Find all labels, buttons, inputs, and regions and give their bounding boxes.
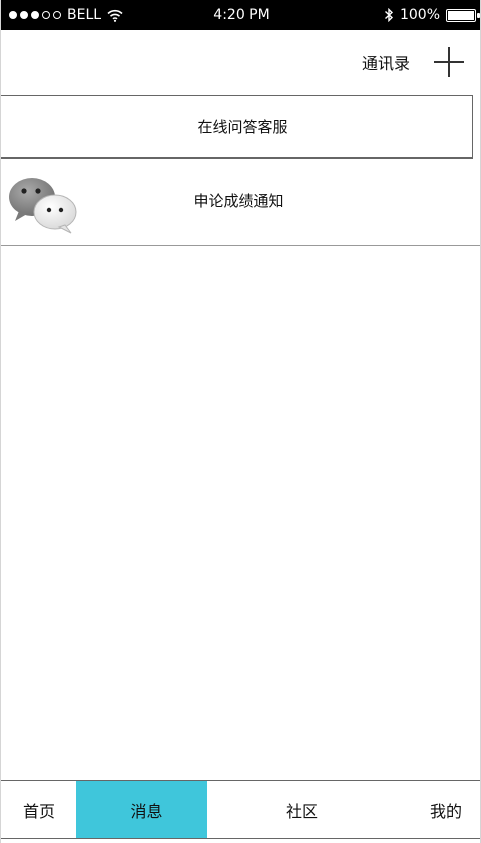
status-right: 100% [384,7,480,23]
tab-home[interactable]: 首页 [1,781,76,838]
message-row-online-service[interactable]: 在线问答客服 [1,95,473,159]
tab-messages[interactable]: 消息 [76,781,207,838]
signal-dot [53,11,61,19]
top-nav: 通讯录 [1,30,480,94]
signal-dot [31,11,39,19]
signal-dot [9,11,17,19]
contacts-link[interactable]: 通讯录 [362,50,410,74]
status-bar: BELL 4:20 PM 100% [1,0,480,30]
tab-community[interactable]: 社区 [207,781,397,838]
status-left: BELL [9,7,179,23]
carrier-name: BELL [67,7,102,23]
bottom-tab-bar: 首页 消息 社区 我的 [1,780,480,839]
message-row-score-notice[interactable]: 申论成绩通知 [1,161,480,246]
battery-percent: 100% [399,7,440,23]
signal-dot [20,11,28,19]
plus-icon[interactable] [434,47,464,77]
signal-dot [42,11,50,19]
phone-screen: BELL 4:20 PM 100% 通讯录 在线问答客服 申论成绩通知 首页 消… [0,0,481,843]
message-title: 在线问答客服 [197,118,288,136]
battery-level-fill [448,10,474,20]
chat-bubbles-icon [9,178,77,234]
signal-strength-icon [9,11,61,19]
tab-me[interactable]: 我的 [397,781,480,838]
message-title: 申论成绩通知 [193,191,284,210]
bluetooth-icon [384,8,393,22]
battery-icon [446,8,480,22]
wifi-icon [107,9,123,22]
